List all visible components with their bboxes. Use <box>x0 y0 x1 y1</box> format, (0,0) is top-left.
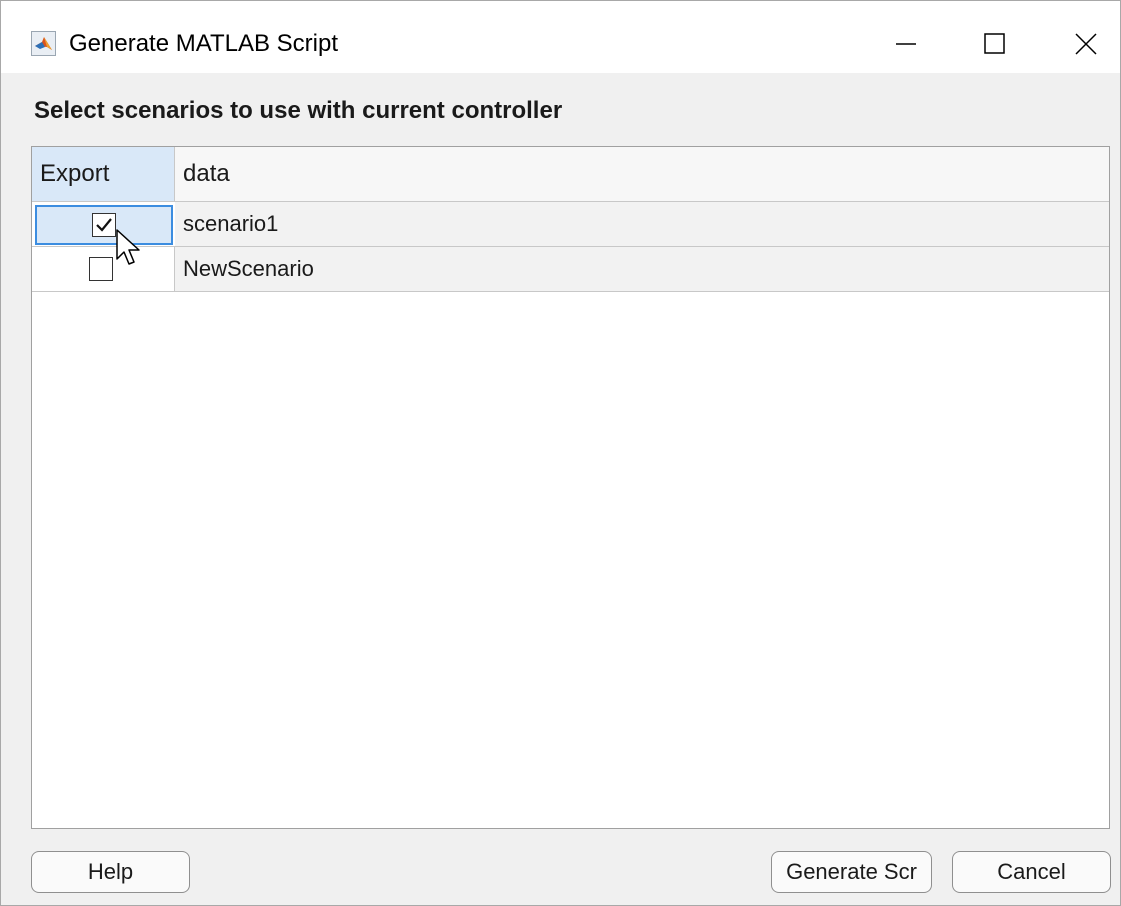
scenario-name-cell[interactable]: NewScenario <box>175 247 1109 291</box>
minimize-icon[interactable] <box>878 15 934 73</box>
matlab-logo-icon <box>31 31 56 56</box>
export-cell[interactable] <box>35 205 173 245</box>
window-title: Generate MATLAB Script <box>69 30 338 57</box>
table-row[interactable]: scenario1 <box>32 202 1109 247</box>
instruction-label: Select scenarios to use with current con… <box>34 97 563 124</box>
export-checkbox-unchecked[interactable] <box>89 257 113 281</box>
generate-script-button[interactable]: Generate Scr <box>771 851 932 893</box>
scenario-name-cell[interactable]: scenario1 <box>175 202 1109 246</box>
maximize-icon[interactable] <box>967 15 1023 73</box>
table-header: Export data <box>32 147 1109 202</box>
close-icon[interactable] <box>1058 15 1114 73</box>
checkmark-icon <box>96 218 112 232</box>
scenario-table[interactable]: Export data scenario1 NewScenario <box>31 146 1110 829</box>
column-header-data[interactable]: data <box>175 147 1109 201</box>
column-header-export[interactable]: Export <box>32 147 175 201</box>
cancel-button[interactable]: Cancel <box>952 851 1111 893</box>
export-checkbox-checked[interactable] <box>92 213 116 237</box>
help-button[interactable]: Help <box>31 851 190 893</box>
dialog-window: Generate MATLAB Script Select scenarios … <box>0 0 1121 906</box>
export-cell[interactable] <box>32 247 175 291</box>
title-bar[interactable]: Generate MATLAB Script <box>1 1 1120 73</box>
table-row[interactable]: NewScenario <box>32 247 1109 292</box>
